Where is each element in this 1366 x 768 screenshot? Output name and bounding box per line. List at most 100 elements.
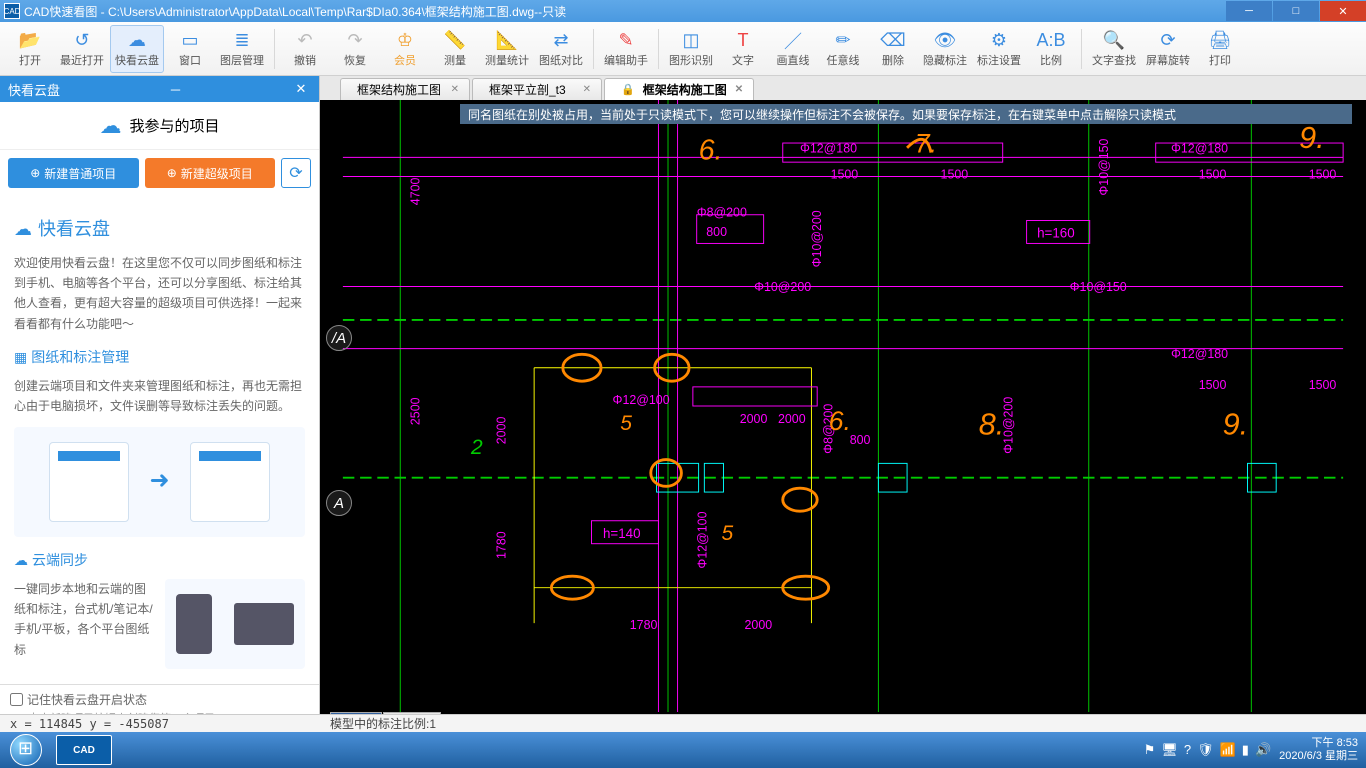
svg-text:Φ12@180: Φ12@180 [800,142,857,156]
scale-button[interactable]: A:B比例 [1027,25,1075,73]
section1-text: 创建云端项目和文件夹来管理图纸和标注，再也无需担心由于电脑损坏，文件误删等导致标… [14,376,305,417]
grid-axis-label: /A [326,325,352,351]
open-button[interactable]: 📂打开 [6,25,54,73]
ruler-icon: 📏 [444,30,466,52]
panel-content[interactable]: ☁快看云盘 欢迎使用快看云盘！在这里您不仅可以同步图纸和标注到手机、电脑等各个平… [0,196,319,684]
document-tab[interactable]: 框架平立剖_t3✕ [472,78,602,100]
scale-icon: A:B [1036,30,1065,52]
svg-text:h=160: h=160 [1037,226,1075,241]
coordinates-readout: x = 114845 y = -455087 [6,716,173,732]
compare-button[interactable]: ⇄图纸对比 [535,25,587,73]
svg-text:1500: 1500 [941,167,969,181]
ocr-button[interactable]: ◫图形识别 [665,25,717,73]
window-button[interactable]: ▭窗口 [166,25,214,73]
tray-flag-icon[interactable]: ⚑ [1144,742,1156,758]
svg-text:Φ10@150: Φ10@150 [1097,138,1111,195]
print-icon: 🖨 [1209,30,1232,52]
svg-text:7.: 7. [915,129,937,159]
tray-icons[interactable]: ⚑ 🖥 ? 🛡 📶 ▮ 🔊 [1144,742,1271,758]
layers-button[interactable]: ≣图层管理 [216,25,268,73]
cloud-button[interactable]: ☁快看云盘 [110,25,164,73]
remember-checkbox[interactable] [10,693,23,706]
sync-icon: ☁ [14,549,28,573]
edit-helper-button[interactable]: ✎编辑助手 [600,25,652,73]
eye-off-icon: 👁 [934,30,957,52]
svg-text:6.: 6. [829,406,851,436]
panel-close-button[interactable]: ✕ [291,81,311,97]
taskbar-app-cad[interactable]: CAD [56,735,112,765]
svg-text:2000: 2000 [778,412,806,426]
cad-canvas[interactable]: /A A [320,100,1366,712]
window-maximize-button[interactable]: □ [1273,1,1319,21]
remember-checkbox-label[interactable]: 记住快看云盘开启状态 [10,691,309,708]
search-icon: 🔍 [1103,30,1125,52]
text-find-button[interactable]: 🔍文字查找 [1088,25,1140,73]
document-tab[interactable]: 框架结构施工图✕ [340,78,470,100]
window-minimize-button[interactable]: ─ [1226,1,1272,21]
vip-icon: ♔ [397,30,413,52]
svg-text:1500: 1500 [1309,167,1337,181]
tray-volume-icon[interactable]: 🔊 [1255,742,1271,758]
svg-text:Φ12@100: Φ12@100 [695,511,709,568]
svg-text:5: 5 [722,522,734,545]
svg-text:Φ12@100: Φ12@100 [613,393,670,407]
vip-button[interactable]: ♔会员 [381,25,429,73]
svg-text:800: 800 [706,225,727,239]
tab-close-icon[interactable]: ✕ [583,84,591,95]
rotate-button[interactable]: ⟳屏幕旋转 [1142,25,1194,73]
line-icon: ／ [784,30,802,52]
tray-help-icon[interactable]: ? [1184,742,1191,758]
system-tray: ⚑ 🖥 ? 🛡 📶 ▮ 🔊 下午 8:53 2020/6/3 星期三 [1144,737,1366,763]
measure-stat-button[interactable]: 📐测量统计 [481,25,533,73]
plus-icon: ⊕ [167,166,177,180]
svg-text:9.: 9. [1299,121,1325,155]
tab-close-icon[interactable]: ✕ [451,84,459,95]
svg-text:1500: 1500 [1199,378,1227,392]
drawing-area[interactable]: 框架结构施工图✕ 框架平立剖_t3✕ 🔒框架结构施工图✕ 同名图纸在别处被占用，… [320,76,1366,732]
recent-button[interactable]: ↺最近打开 [56,25,108,73]
svg-text:Φ10@200: Φ10@200 [810,210,824,267]
new-project-button[interactable]: ⊕新建普通项目 [8,158,139,188]
freeline-button[interactable]: ✏任意线 [819,25,867,73]
refresh-button[interactable]: ⟳ [281,158,311,188]
taskbar-clock[interactable]: 下午 8:53 2020/6/3 星期三 [1279,737,1358,763]
print-button[interactable]: 🖨打印 [1196,25,1244,73]
panel-minimize-button[interactable]: ─ [166,82,186,97]
tab-close-icon[interactable]: ✕ [735,84,743,95]
svg-text:2: 2 [470,436,483,459]
tray-shield-icon[interactable]: 🛡 [1197,742,1214,758]
line-button[interactable]: ／画直线 [769,25,817,73]
tray-network-icon[interactable]: 📶 [1220,742,1236,758]
tray-battery-icon[interactable]: ▮ [1242,742,1249,758]
tray-monitor-icon[interactable]: 🖥 [1161,742,1178,758]
svg-text:1780: 1780 [630,618,658,632]
undo-button[interactable]: ↶撤销 [281,25,329,73]
svg-text:Φ12@180: Φ12@180 [1171,347,1228,361]
svg-text:5: 5 [620,412,632,435]
undo-icon: ↶ [297,30,312,52]
new-super-project-button[interactable]: ⊕新建超级项目 [145,158,276,188]
eraser-icon: ⌫ [880,30,905,52]
measure-button[interactable]: 📏测量 [431,25,479,73]
panel-title-text: 我参与的项目 [129,115,219,136]
start-button[interactable] [0,732,52,768]
window-close-button[interactable]: ✕ [1320,1,1366,21]
redo-button[interactable]: ↷恢复 [331,25,379,73]
delete-button[interactable]: ⌫删除 [869,25,917,73]
cloud-icon: ☁ [14,214,32,245]
hide-anno-button[interactable]: 👁隐藏标注 [919,25,971,73]
history-icon: ↺ [74,30,89,52]
windows-taskbar: CAD ⚑ 🖥 ? 🛡 📶 ▮ 🔊 下午 8:53 2020/6/3 星期三 [0,732,1366,768]
readonly-notice: 同名图纸在别处被占用，当前处于只读模式下，您可以继续操作但标注不会被保存。如果要… [460,104,1352,124]
welcome-text: 欢迎使用快看云盘！在这里您不仅可以同步图纸和标注到手机、电脑等各个平台，还可以分… [14,253,305,335]
text-icon: T [738,30,749,52]
scale-readout: 模型中的标注比例:1 [330,715,436,732]
svg-text:1780: 1780 [494,531,508,559]
svg-text:9.: 9. [1223,408,1249,442]
svg-text:2500: 2500 [408,397,422,425]
anno-set-button[interactable]: ⚙标注设置 [973,25,1025,73]
document-tab[interactable]: 🔒框架结构施工图✕ [604,78,754,100]
svg-text:4700: 4700 [408,177,422,205]
window-title: CAD快速看图 - C:\Users\Administrator\AppData… [24,3,566,20]
text-button[interactable]: T文字 [719,25,767,73]
